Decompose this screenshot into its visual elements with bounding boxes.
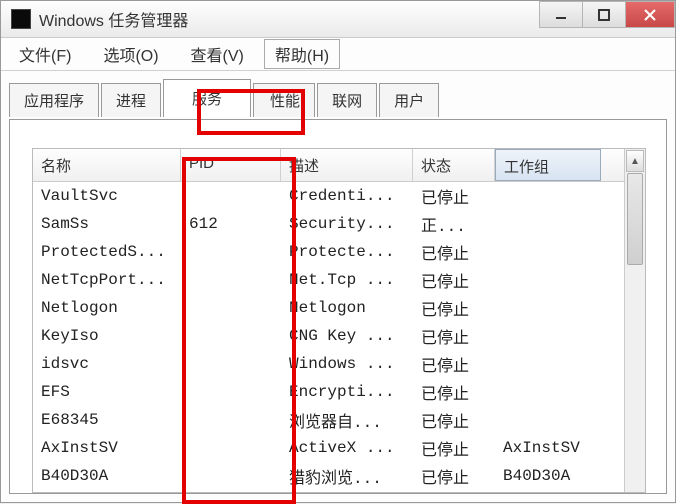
cell-desc: 浏览器自... bbox=[281, 408, 413, 432]
service-rows: VaultSvcCredenti...已停止SamSs612Security..… bbox=[33, 182, 645, 490]
cell-state: 已停止 bbox=[413, 268, 495, 292]
minimize-icon bbox=[555, 9, 567, 21]
tab-services[interactable]: 服务 bbox=[163, 79, 251, 117]
table-row[interactable]: SamSs612Security...正... bbox=[33, 210, 645, 238]
cell-name: SamSs bbox=[33, 215, 181, 233]
scroll-thumb[interactable] bbox=[627, 173, 643, 265]
tab-applications[interactable]: 应用程序 bbox=[9, 83, 99, 117]
cell-name: EFS bbox=[33, 383, 181, 401]
column-header-name[interactable]: 名称 bbox=[33, 149, 181, 181]
tab-users[interactable]: 用户 bbox=[379, 83, 439, 117]
cell-state: 已停止 bbox=[413, 184, 495, 208]
cell-name: AxInstSV bbox=[33, 439, 181, 457]
task-manager-window: Windows 任务管理器 文件(F) 选项(O) 查看(V) 帮助(H) 应用… bbox=[0, 0, 676, 503]
column-header-desc[interactable]: 描述 bbox=[281, 149, 413, 181]
tab-performance[interactable]: 性能 bbox=[253, 83, 315, 117]
cell-name: NetTcpPort... bbox=[33, 271, 181, 289]
close-button[interactable] bbox=[625, 1, 675, 28]
cell-desc: ActiveX ... bbox=[281, 439, 413, 457]
menu-option[interactable]: 选项(O) bbox=[91, 38, 170, 70]
scroll-up-arrow-icon[interactable]: ▲ bbox=[626, 150, 644, 172]
maximize-icon bbox=[598, 9, 610, 21]
cell-name: Netlogon bbox=[33, 299, 181, 317]
cell-name: idsvc bbox=[33, 355, 181, 373]
table-row[interactable]: AxInstSVActiveX ...已停止AxInstSV bbox=[33, 434, 645, 462]
table-row[interactable]: VaultSvc Credenti...已停止 bbox=[33, 182, 645, 210]
vertical-scrollbar[interactable]: ▲ bbox=[624, 149, 645, 492]
menu-help[interactable]: 帮助(H) bbox=[264, 39, 340, 69]
tab-processes[interactable]: 进程 bbox=[101, 83, 161, 117]
cell-desc: Protecte... bbox=[281, 243, 413, 261]
table-row[interactable]: EFS Encrypti...已停止 bbox=[33, 378, 645, 406]
cell-desc: Security... bbox=[281, 215, 413, 233]
menu-file[interactable]: 文件(F) bbox=[7, 38, 83, 70]
cell-desc: Windows ... bbox=[281, 355, 413, 373]
table-row[interactable]: NetlogonNetlogon已停止 bbox=[33, 294, 645, 322]
app-icon bbox=[11, 9, 31, 29]
column-header-row: 名称 PID 描述 状态 工作组 bbox=[33, 149, 645, 182]
menu-view[interactable]: 查看(V) bbox=[179, 38, 256, 70]
tab-row: 应用程序 进程 服务 性能 联网 用户 bbox=[1, 71, 675, 117]
cell-pid: 612 bbox=[181, 215, 281, 233]
titlebar: Windows 任务管理器 bbox=[1, 1, 675, 38]
cell-name: B40D30A bbox=[33, 467, 181, 485]
table-row[interactable]: KeyIso CNG Key ...已停止 bbox=[33, 322, 645, 350]
table-row[interactable]: idsvc Windows ...已停止 bbox=[33, 350, 645, 378]
services-listview[interactable]: 名称 PID 描述 状态 工作组 VaultSvcCredenti...已停止S… bbox=[32, 148, 646, 493]
cell-group: AxInstSV bbox=[495, 439, 601, 457]
cell-desc: Encrypti... bbox=[281, 383, 413, 401]
cell-name: KeyIso bbox=[33, 327, 181, 345]
table-row[interactable]: E68345 浏览器自...已停止 bbox=[33, 406, 645, 434]
cell-state: 已停止 bbox=[413, 240, 495, 264]
cell-desc: Credenti... bbox=[281, 187, 413, 205]
cell-state: 已停止 bbox=[413, 436, 495, 460]
cell-name: VaultSvc bbox=[33, 187, 181, 205]
cell-name: E68345 bbox=[33, 411, 181, 429]
window-title: Windows 任务管理器 bbox=[39, 7, 188, 31]
column-header-workgroup[interactable]: 工作组 bbox=[495, 149, 601, 181]
cell-desc: Net.Tcp ... bbox=[281, 271, 413, 289]
close-icon bbox=[644, 9, 656, 21]
cell-desc: 猎豹浏览... bbox=[281, 464, 413, 488]
column-header-state[interactable]: 状态 bbox=[413, 149, 495, 181]
minimize-button[interactable] bbox=[539, 1, 583, 28]
cell-desc: Netlogon bbox=[281, 299, 413, 317]
table-row[interactable]: ProtectedS... Protecte...已停止 bbox=[33, 238, 645, 266]
tab-panel: 名称 PID 描述 状态 工作组 VaultSvcCredenti...已停止S… bbox=[9, 119, 667, 494]
cell-group: B40D30A bbox=[495, 467, 601, 485]
cell-desc: CNG Key ... bbox=[281, 327, 413, 345]
cell-state: 正... bbox=[413, 212, 495, 236]
cell-state: 已停止 bbox=[413, 296, 495, 320]
cell-state: 已停止 bbox=[413, 464, 495, 488]
cell-state: 已停止 bbox=[413, 380, 495, 404]
cell-state: 已停止 bbox=[413, 408, 495, 432]
tab-networking[interactable]: 联网 bbox=[317, 83, 377, 117]
maximize-button[interactable] bbox=[582, 1, 626, 28]
cell-state: 已停止 bbox=[413, 324, 495, 348]
table-row[interactable]: NetTcpPort... Net.Tcp ...已停止 bbox=[33, 266, 645, 294]
column-header-pid[interactable]: PID bbox=[181, 149, 281, 181]
cell-name: ProtectedS... bbox=[33, 243, 181, 261]
window-controls bbox=[540, 1, 675, 28]
cell-state: 已停止 bbox=[413, 352, 495, 376]
menubar: 文件(F) 选项(O) 查看(V) 帮助(H) bbox=[1, 38, 675, 71]
table-row[interactable]: B40D30A猎豹浏览...已停止B40D30A bbox=[33, 462, 645, 490]
